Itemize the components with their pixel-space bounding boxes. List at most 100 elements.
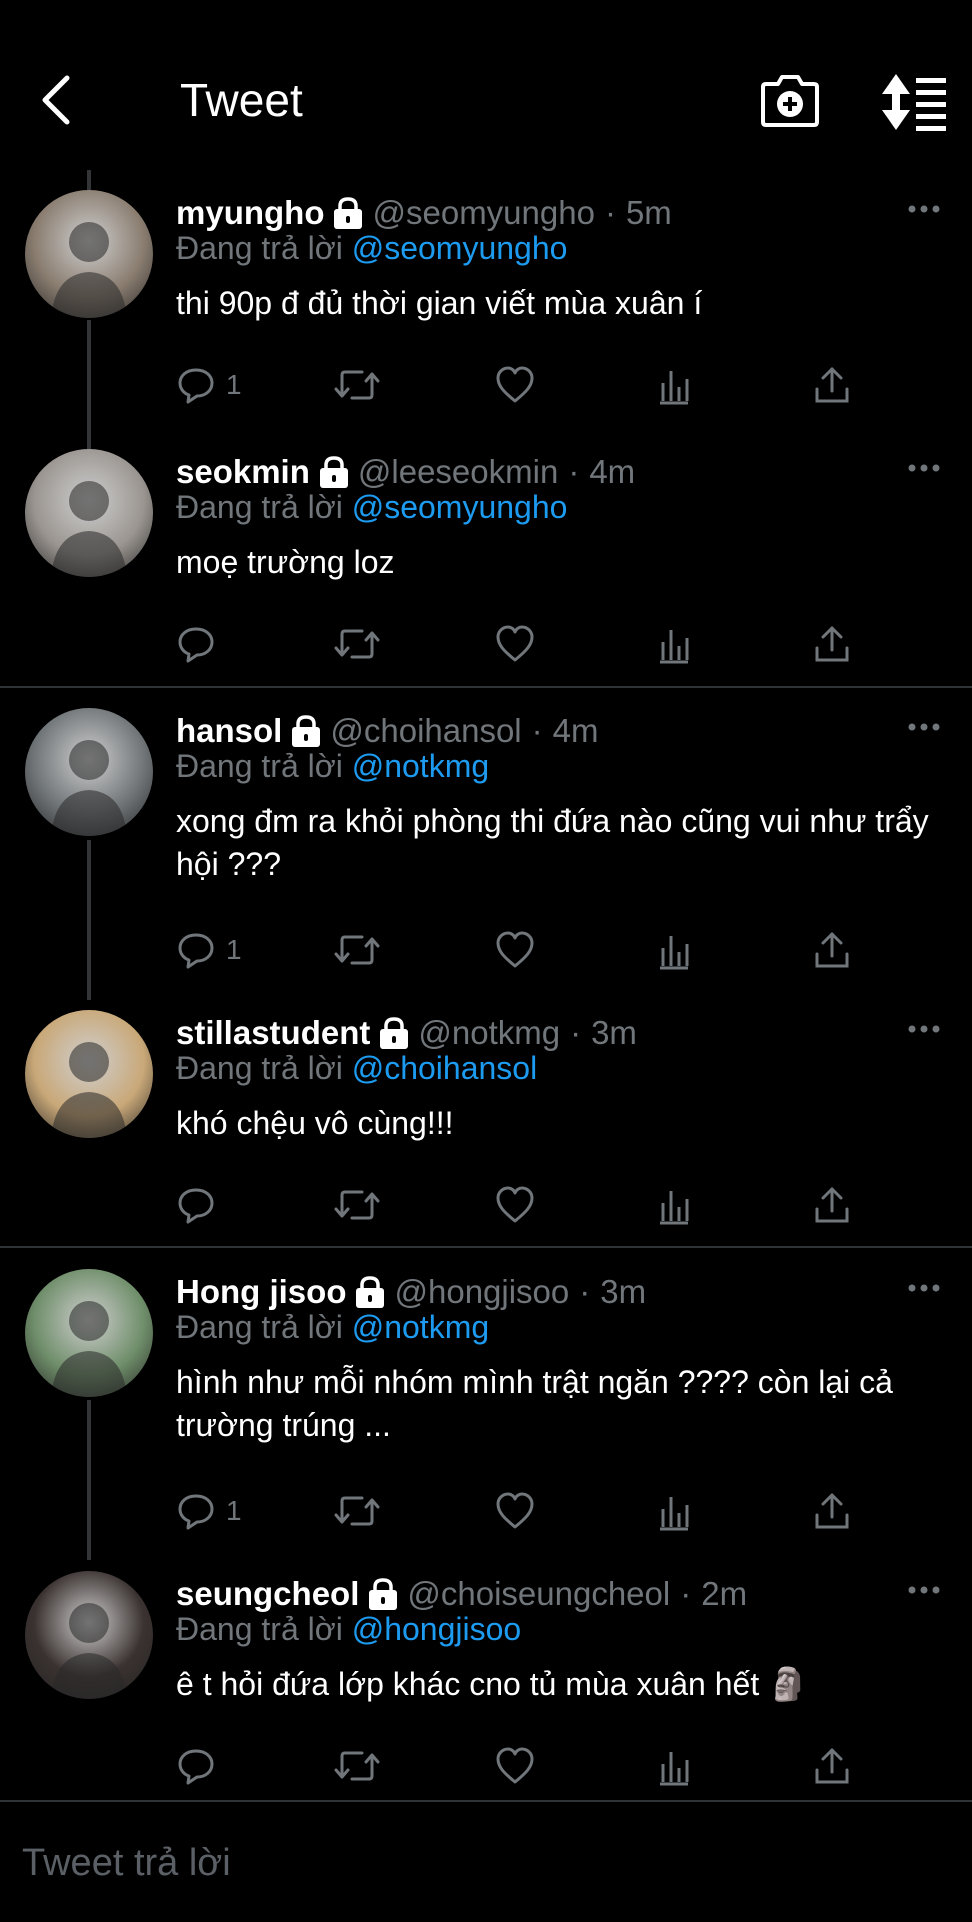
display-name[interactable]: seokmin <box>176 453 310 491</box>
views-icon <box>660 371 689 405</box>
reply-button[interactable]: 1 <box>176 360 242 410</box>
retweet-button[interactable] <box>334 1741 380 1791</box>
retweet-icon <box>334 935 380 965</box>
display-name[interactable]: stillastudent <box>176 1014 370 1052</box>
tweet[interactable]: seokmin @leeseokmin · 4m Đang trả lời @s… <box>0 449 972 699</box>
share-button[interactable] <box>812 619 852 669</box>
display-name[interactable]: Hong jisoo <box>176 1273 346 1311</box>
tweet[interactable]: stillastudent @notkmg · 3m Đang trả lời … <box>0 1010 972 1260</box>
action-bar: 1 <box>176 1486 876 1536</box>
reply-mention[interactable]: @notkmg <box>352 748 489 784</box>
avatar[interactable] <box>25 708 153 836</box>
reply-mention[interactable]: @choihansol <box>352 1050 537 1086</box>
more-options-button[interactable] <box>904 194 944 224</box>
user-handle[interactable]: @hongjisoo <box>394 1273 569 1311</box>
more-options-button[interactable] <box>904 1273 944 1303</box>
reply-button[interactable] <box>176 619 226 669</box>
share-button[interactable] <box>812 1741 852 1791</box>
retweet-button[interactable] <box>334 360 380 410</box>
more-options-button[interactable] <box>904 1014 944 1044</box>
retweet-icon <box>334 1751 380 1781</box>
retweet-icon <box>334 1496 380 1526</box>
retweet-button[interactable] <box>334 1486 380 1536</box>
reply-button[interactable] <box>176 1180 226 1230</box>
replying-to: Đang trả lời @choihansol <box>176 1050 537 1087</box>
display-name[interactable]: hansol <box>176 712 282 750</box>
person-silhouette-icon <box>51 1042 127 1138</box>
user-handle[interactable]: @choiseungcheol <box>407 1575 670 1613</box>
share-button[interactable] <box>812 1486 852 1536</box>
more-options-button[interactable] <box>904 1575 944 1605</box>
lock-icon <box>290 715 322 747</box>
display-name[interactable]: myungho <box>176 194 324 232</box>
replying-to-label: Đang trả lời <box>176 1611 343 1647</box>
replying-to: Đang trả lời @notkmg <box>176 748 489 785</box>
add-photo-button[interactable] <box>760 72 820 132</box>
top-bar: Tweet <box>0 0 972 160</box>
views-button[interactable] <box>654 1180 694 1230</box>
back-button[interactable] <box>30 70 82 130</box>
tweet-text: ê t hỏi đứa lớp khác cno tủ mùa xuân hết… <box>176 1666 808 1702</box>
tweet[interactable]: seungcheol @choiseungcheol · 2m Đang trả… <box>0 1571 972 1821</box>
avatar[interactable] <box>25 190 153 318</box>
reply-mention[interactable]: @notkmg <box>352 1309 489 1345</box>
retweet-button[interactable] <box>334 925 380 975</box>
camera-plus-icon <box>761 75 819 127</box>
sort-icon <box>882 74 946 131</box>
retweet-button[interactable] <box>334 1180 380 1230</box>
reply-count: 1 <box>226 1495 242 1526</box>
reply-icon <box>178 1188 214 1224</box>
tweet[interactable]: Hong jisoo @hongjisoo · 3m Đang trả lời … <box>0 1269 972 1531</box>
timestamp: 4m <box>589 453 636 490</box>
reply-input[interactable] <box>20 1832 924 1894</box>
like-button[interactable] <box>494 619 536 669</box>
like-button[interactable] <box>494 925 536 975</box>
tweet-text: khó chệu vô cùng!!! <box>176 1105 454 1141</box>
tweet[interactable]: hansol @choihansol · 4m Đang trả lời @no… <box>0 708 972 970</box>
more-icon <box>908 1284 940 1292</box>
avatar[interactable] <box>25 1269 153 1397</box>
tweet[interactable]: myungho @seomyungho · 5m Đang trả lời @s… <box>0 190 972 440</box>
separator: · <box>570 1014 582 1051</box>
views-button[interactable] <box>654 619 694 669</box>
share-button[interactable] <box>812 360 852 410</box>
tweet-text: thi 90p đ đủ thời gian viết mùa xuân í <box>176 285 703 321</box>
avatar[interactable] <box>25 1571 153 1699</box>
share-button[interactable] <box>812 1180 852 1230</box>
share-icon <box>815 1748 849 1784</box>
tweet-text: hình như mỗi nhóm mình trật ngăn ???? cò… <box>176 1364 893 1443</box>
like-icon <box>496 1492 534 1529</box>
sort-replies-button[interactable] <box>878 72 948 132</box>
reply-button[interactable]: 1 <box>176 925 242 975</box>
user-handle[interactable]: @leeseokmin <box>358 453 558 491</box>
share-icon <box>815 932 849 968</box>
more-options-button[interactable] <box>904 453 944 483</box>
reply-button[interactable]: 1 <box>176 1486 242 1536</box>
like-button[interactable] <box>494 360 536 410</box>
more-options-button[interactable] <box>904 712 944 742</box>
timestamp: 2m <box>701 1575 748 1612</box>
views-button[interactable] <box>654 925 694 975</box>
avatar[interactable] <box>25 1010 153 1138</box>
like-button[interactable] <box>494 1741 536 1791</box>
views-button[interactable] <box>654 1486 694 1536</box>
retweet-button[interactable] <box>334 619 380 669</box>
user-handle[interactable]: @notkmg <box>418 1014 560 1052</box>
reply-mention[interactable]: @seomyungho <box>352 230 568 266</box>
like-button[interactable] <box>494 1180 536 1230</box>
like-button[interactable] <box>494 1486 536 1536</box>
share-button[interactable] <box>812 925 852 975</box>
reply-button[interactable] <box>176 1741 226 1791</box>
user-handle[interactable]: @choihansol <box>330 712 521 750</box>
views-icon <box>660 936 689 970</box>
reply-mention[interactable]: @hongjisoo <box>352 1611 521 1647</box>
share-icon <box>815 626 849 662</box>
share-icon <box>815 1493 849 1529</box>
views-button[interactable] <box>654 360 694 410</box>
display-name[interactable]: seungcheol <box>176 1575 359 1613</box>
views-button[interactable] <box>654 1741 694 1791</box>
views-icon <box>660 1191 689 1225</box>
user-handle[interactable]: @seomyungho <box>372 194 594 232</box>
avatar[interactable] <box>25 449 153 577</box>
reply-mention[interactable]: @seomyungho <box>352 489 568 525</box>
